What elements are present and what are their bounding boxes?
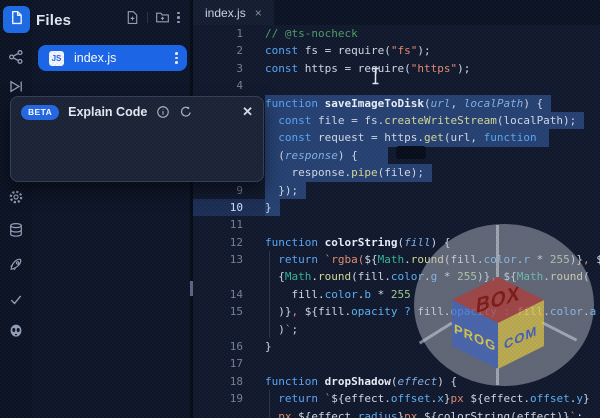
line-number: 14 bbox=[193, 286, 265, 303]
line-number: 11 bbox=[193, 216, 265, 233]
code-row[interactable]: 13 return `rgba(${Math.round(fill.color.… bbox=[193, 251, 600, 268]
code-row[interactable]: 4 bbox=[193, 77, 600, 94]
alien-icon bbox=[8, 323, 24, 339]
sidebar-item-files[interactable] bbox=[3, 6, 30, 33]
code-rows: 1// @ts-nocheck2const fs = require("fs")… bbox=[193, 25, 600, 418]
tab-indexjs[interactable]: index.js × bbox=[193, 0, 274, 25]
explain-code-popup: BETA Explain Code ✕ bbox=[10, 96, 264, 182]
sidebar-item-checks[interactable] bbox=[8, 292, 24, 307]
sidebar-item-extras[interactable] bbox=[8, 323, 24, 339]
sidebar-item-run[interactable] bbox=[8, 78, 24, 95]
code-row[interactable]: )`; bbox=[193, 321, 600, 338]
code-editor: index.js × 1// @ts-nocheck2const fs = re… bbox=[193, 0, 600, 418]
indent-guide bbox=[269, 390, 270, 418]
files-panel: Files JS index.js bbox=[32, 0, 190, 418]
sidebar-item-version-control[interactable] bbox=[8, 49, 24, 65]
js-file-icon: JS bbox=[49, 51, 64, 66]
line-number: 3 bbox=[193, 60, 265, 77]
line-number bbox=[193, 408, 265, 418]
sidebar-item-database[interactable] bbox=[8, 222, 24, 238]
code-row[interactable]: 1// @ts-nocheck bbox=[193, 25, 600, 42]
fork-icon bbox=[8, 49, 24, 65]
code-row[interactable]: 15 )}, ${fill.opacity ? fill.opacity : f… bbox=[193, 303, 600, 320]
line-number bbox=[193, 321, 265, 338]
files-panel-title: Files bbox=[36, 12, 71, 29]
line-number: 2 bbox=[193, 42, 265, 59]
code-area[interactable]: 1// @ts-nocheck2const fs = require("fs")… bbox=[193, 25, 600, 418]
run-icon bbox=[8, 78, 24, 95]
info-icon[interactable] bbox=[156, 105, 170, 119]
code-row[interactable]: 16} bbox=[193, 338, 600, 355]
code-row[interactable]: 12function colorString(fill) { bbox=[193, 234, 600, 251]
header-divider bbox=[147, 12, 148, 23]
line-number: 12 bbox=[193, 234, 265, 251]
code-row[interactable]: 11 bbox=[193, 216, 600, 233]
close-icon[interactable]: ✕ bbox=[242, 104, 253, 120]
gear-icon bbox=[8, 189, 24, 205]
code-row[interactable]: 19 return `${effect.offset.x}px ${effect… bbox=[193, 390, 600, 407]
code-row[interactable]: px ${effect.radius}px ${colorString(effe… bbox=[193, 408, 600, 418]
code-row[interactable]: 2const fs = require("fs"); bbox=[193, 42, 600, 59]
line-number: 9 bbox=[193, 182, 265, 199]
line-number: 4 bbox=[193, 77, 265, 94]
code-row[interactable]: 14 fill.color.b * 255 bbox=[193, 286, 600, 303]
rocket-icon bbox=[8, 256, 24, 273]
database-icon bbox=[8, 222, 24, 238]
code-row[interactable]: 3const https = require("https"); bbox=[193, 60, 600, 77]
line-number bbox=[193, 268, 265, 285]
file-icon bbox=[9, 10, 24, 30]
line-number: 16 bbox=[193, 338, 265, 355]
code-row[interactable]: {Math.round(fill.color.g * 255)}, ${Math… bbox=[193, 268, 600, 285]
tool-sidebar bbox=[0, 0, 32, 418]
code-row[interactable]: 17 bbox=[193, 355, 600, 372]
code-row[interactable]: 10} bbox=[193, 199, 600, 216]
divider-drag-handle[interactable] bbox=[190, 281, 193, 296]
check-icon bbox=[8, 292, 24, 307]
popup-title: Explain Code bbox=[68, 105, 147, 119]
panel-resize-divider[interactable] bbox=[190, 0, 193, 418]
indent-guide bbox=[269, 251, 270, 338]
file-kebab-icon[interactable] bbox=[175, 52, 178, 64]
line-number: 10 bbox=[193, 199, 265, 216]
selection-widget bbox=[396, 146, 426, 159]
line-number: 19 bbox=[193, 390, 265, 407]
file-item-indexjs[interactable]: JS index.js bbox=[38, 45, 187, 71]
tab-close-icon[interactable]: × bbox=[255, 7, 262, 19]
editor-tabbar: index.js × bbox=[193, 0, 600, 25]
sidebar-item-settings[interactable] bbox=[8, 189, 24, 205]
code-row[interactable]: 18function dropShadow(effect) { bbox=[193, 373, 600, 390]
add-file-icon[interactable] bbox=[125, 10, 140, 25]
tab-label: index.js bbox=[205, 6, 246, 20]
refresh-icon[interactable] bbox=[179, 105, 193, 119]
line-number: 18 bbox=[193, 373, 265, 390]
app-window: Files JS index.js index.js × 1// @ts-noc… bbox=[0, 0, 600, 418]
kebab-icon[interactable] bbox=[177, 12, 180, 24]
beta-badge: BETA bbox=[21, 105, 59, 120]
line-number: 17 bbox=[193, 355, 265, 372]
line-number: 15 bbox=[193, 303, 265, 320]
line-number: 1 bbox=[193, 25, 265, 42]
line-number: 13 bbox=[193, 251, 265, 268]
sidebar-item-deploy[interactable] bbox=[8, 256, 24, 273]
file-name: index.js bbox=[74, 51, 116, 65]
add-folder-icon[interactable] bbox=[155, 10, 170, 25]
code-row[interactable]: 9 }); bbox=[193, 182, 600, 199]
